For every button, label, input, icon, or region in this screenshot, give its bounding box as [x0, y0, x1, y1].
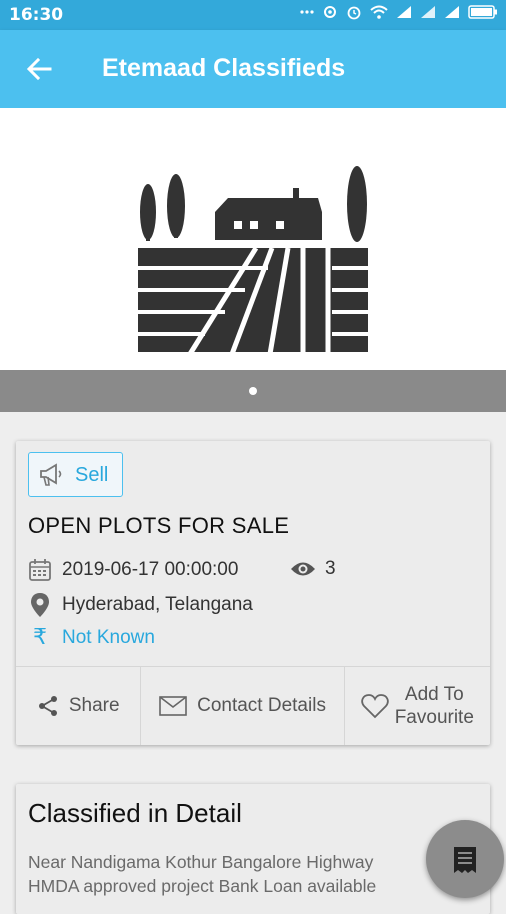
- more-dots-icon: [300, 10, 314, 14]
- battery-icon: [468, 5, 497, 19]
- settings-icon: [324, 6, 336, 18]
- receipt-icon: [454, 847, 476, 873]
- listing-price: Not Known: [62, 626, 155, 648]
- detail-card: Classified in Detail Near Nandigama Koth…: [16, 784, 490, 914]
- heart-icon: [361, 694, 389, 719]
- favourite-label-line2: Favourite: [394, 707, 474, 728]
- wifi-icon: [370, 5, 388, 19]
- action-bar: Share Contact Details Add To Favourite: [16, 667, 490, 745]
- farmland-icon: [138, 166, 368, 356]
- app-bar: Etemaad Classifieds: [0, 30, 506, 108]
- contact-details-button[interactable]: Contact Details: [141, 667, 345, 745]
- alarm-icon: [347, 6, 361, 20]
- share-button[interactable]: Share: [16, 667, 142, 745]
- add-to-favourite-button[interactable]: Add To Favourite: [345, 667, 490, 745]
- share-icon: [38, 696, 57, 716]
- detail-heading: Classified in Detail: [28, 798, 242, 828]
- rupee-icon: ₹: [33, 625, 47, 650]
- back-arrow-icon[interactable]: [24, 54, 54, 84]
- envelope-icon: [159, 696, 187, 716]
- contact-details-label: Contact Details: [197, 695, 326, 716]
- listing-image-gallery[interactable]: [0, 108, 506, 370]
- calendar-icon: [29, 559, 51, 581]
- megaphone-icon: [40, 463, 62, 486]
- views-row: 3: [290, 558, 336, 580]
- price-row: ₹ Not Known: [28, 625, 155, 650]
- detail-body: Near Nandigama Kothur Bangalore Highway …: [28, 850, 488, 898]
- location-pin-icon: [31, 593, 49, 617]
- app-title: Etemaad Classifieds: [102, 54, 346, 82]
- favourite-label-line1: Add To: [404, 684, 464, 705]
- listing-title: OPEN PLOTS FOR SALE: [28, 513, 290, 538]
- status-icons: [300, 4, 498, 20]
- status-bar: 16:30: [0, 0, 506, 30]
- favourite-label: Add To Favourite: [395, 683, 474, 729]
- lte-signal-icon: [421, 6, 435, 18]
- listing-card: Sell OPEN PLOTS FOR SALE 2019-06-17 00:0…: [16, 441, 490, 745]
- location-row: Hyderabad, Telangana: [28, 592, 253, 618]
- receipt-fab-button[interactable]: [426, 820, 504, 898]
- signal-icon: [397, 6, 411, 18]
- tag-label: Sell: [75, 464, 109, 486]
- listing-date: 2019-06-17 00:00:00: [62, 559, 239, 580]
- status-time: 16:30: [9, 5, 64, 25]
- detail-line-1: Near Nandigama Kothur Bangalore Highway: [28, 852, 374, 872]
- detail-line-2: HMDA approved project Bank Loan availabl…: [28, 876, 377, 896]
- view-count: 3: [325, 558, 336, 579]
- share-label: Share: [68, 695, 120, 716]
- gallery-pager: [0, 370, 506, 412]
- listing-location: Hyderabad, Telangana: [62, 594, 253, 615]
- date-row: 2019-06-17 00:00:00: [28, 558, 238, 582]
- sell-tag: Sell: [28, 452, 123, 497]
- eye-icon: [291, 562, 315, 576]
- signal-icon-2: [445, 6, 459, 18]
- pager-dot-active[interactable]: [249, 387, 257, 395]
